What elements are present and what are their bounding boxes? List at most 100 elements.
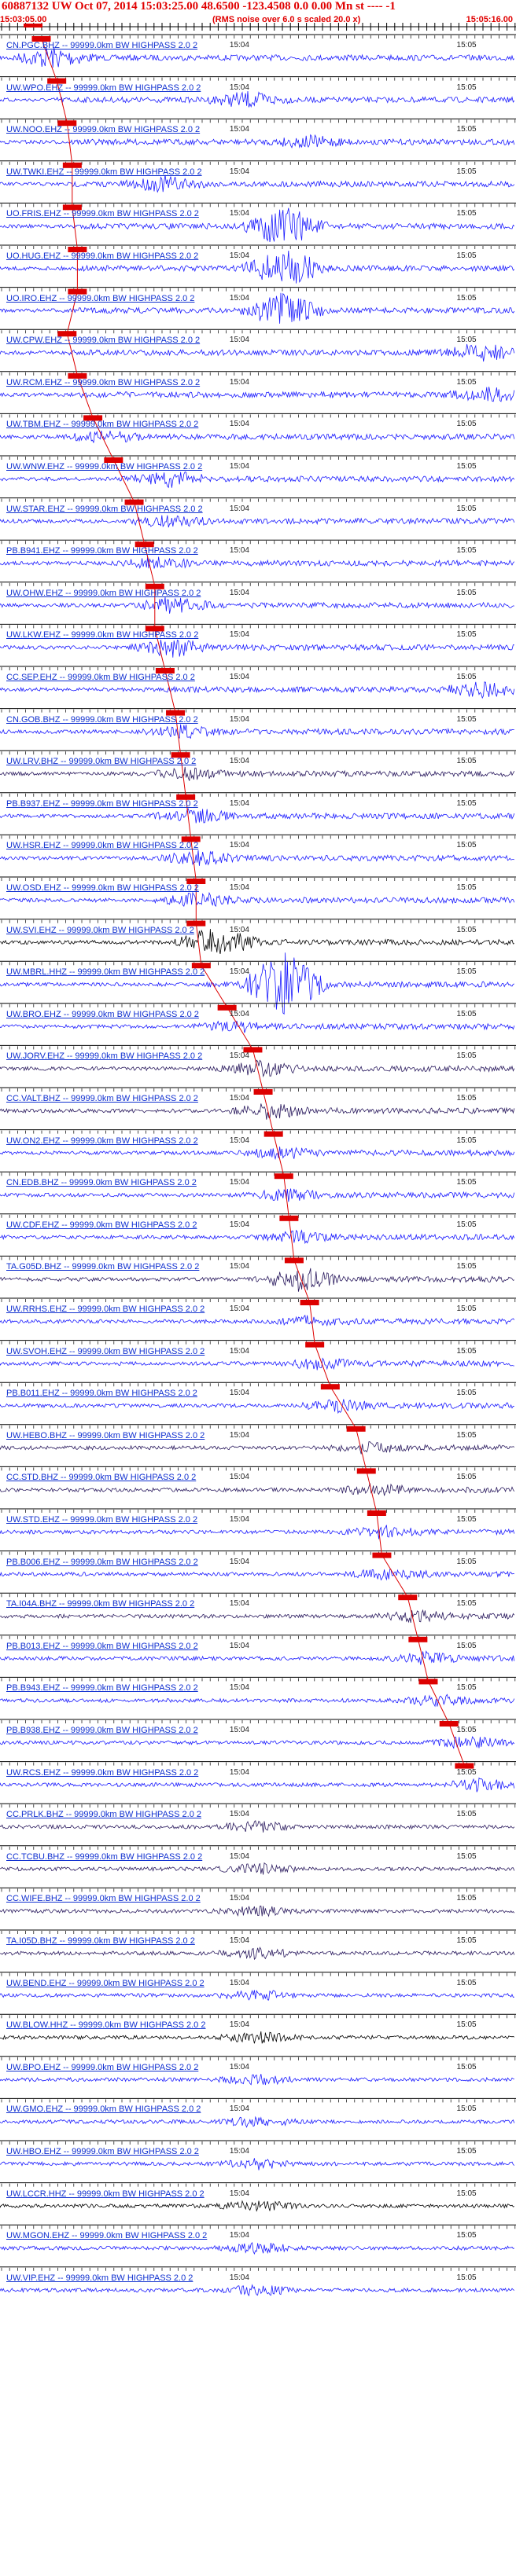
waveform-trace — [0, 1147, 515, 1161]
waveform-trace — [0, 472, 515, 489]
channel-row — [0, 919, 516, 954]
time-tick-label: 15:04 — [229, 1894, 249, 1903]
waveform-trace — [0, 952, 514, 1015]
channel-label: UW.LKW.EHZ -- 99999.0km BW HIGHPASS 2.0 … — [6, 630, 199, 640]
time-tick-label: 15:05 — [456, 83, 477, 92]
channel-row — [0, 1255, 516, 1292]
waveform-trace — [0, 1650, 515, 1665]
waveform-trace — [0, 724, 514, 739]
waveform-trace — [0, 596, 514, 614]
channel-label: CC.STD.BHZ -- 99999.0km BW HIGHPASS 2.0 … — [6, 1473, 197, 1483]
waveform-trace — [0, 515, 515, 528]
time-tick-label: 15:05 — [456, 2273, 477, 2282]
time-tick-label: 15:04 — [229, 1978, 249, 1987]
time-tick-label: 15:05 — [456, 2104, 477, 2114]
channel-label: UW.ON2.EHZ -- 99999.0km BW HIGHPASS 2.0 … — [6, 1136, 198, 1146]
time-tick-label: 15:05 — [456, 2020, 477, 2030]
channel-label: UW.SVOH.EHZ -- 99999.0km BW HIGHPASS 2.0… — [6, 1346, 205, 1356]
time-tick-label: 15:05 — [456, 125, 477, 134]
time-tick-label: 15:05 — [456, 2189, 477, 2198]
waveform-trace — [0, 1569, 514, 1581]
waveform-trace — [0, 1399, 514, 1415]
waveform-trace — [0, 808, 515, 824]
channel-label: UW.MGON.EHZ -- 99999.0km BW HIGHPASS 2.0… — [6, 2231, 208, 2241]
channel-label: UO.HUG.EHZ -- 99999.0km BW HIGHPASS 2.0 … — [6, 251, 199, 261]
waveform-trace — [0, 90, 515, 108]
time-tick-label: 15:05 — [456, 1767, 477, 1777]
time-tick-label: 15:04 — [229, 1094, 249, 1103]
time-tick-label: 15:05 — [456, 2062, 477, 2071]
time-tick-label: 15:04 — [229, 757, 249, 766]
time-tick-label: 15:05 — [456, 1051, 477, 1061]
time-tick-label: 15:05 — [456, 336, 477, 345]
channel-label: PB.B011.EHZ -- 99999.0km BW HIGHPASS 2.0… — [6, 1389, 197, 1399]
channel-label: CC.SEP.EHZ -- 99999.0km BW HIGHPASS 2.0 … — [6, 673, 195, 682]
channel-label: PB.B943.EHZ -- 99999.0km BW HIGHPASS 2.0… — [6, 1683, 198, 1693]
channel-label: UW.JORV.EHZ -- 99999.0km BW HIGHPASS 2.0… — [6, 1051, 203, 1062]
channel-label: CN.EDB.BHZ -- 99999.0km BW HIGHPASS 2.0 … — [6, 1178, 197, 1188]
time-tick-label: 15:04 — [229, 714, 249, 724]
time-tick-label: 15:04 — [229, 1430, 249, 1440]
waveform-trace — [0, 2115, 515, 2128]
channel-row — [0, 1087, 516, 1120]
time-tick-label: 15:04 — [229, 167, 249, 176]
time-tick-label: 15:05 — [456, 967, 477, 977]
time-tick-label: 15:04 — [229, 125, 249, 134]
time-tick-label: 15:04 — [229, 2147, 249, 2156]
waveform-trace — [0, 891, 515, 908]
waveform-trace — [0, 849, 514, 866]
channel-label: UW.RCS.EHZ -- 99999.0km BW HIGHPASS 2.0 … — [6, 1767, 199, 1778]
time-tick-label: 15:04 — [229, 1641, 249, 1650]
channel-label: CC.PRLK.BHZ -- 99999.0km BW HIGHPASS 2.0… — [6, 1810, 201, 1820]
channel-label: UW.GMO.EHZ -- 99999.0km BW HIGHPASS 2.0 … — [6, 2104, 201, 2115]
channel-label: UW.RRHS.EHZ -- 99999.0km BW HIGHPASS 2.0… — [6, 1305, 205, 1314]
time-tick-label: 15:05 — [456, 1978, 477, 1987]
channel-label: PB.B941.EHZ -- 99999.0km BW HIGHPASS 2.0… — [6, 546, 198, 556]
channel-label: UW.OSD.EHZ -- 99999.0km BW HIGHPASS 2.0 … — [6, 883, 199, 893]
time-tick-label: 15:05 — [456, 1810, 477, 1819]
waveform-trace — [0, 430, 515, 443]
time-tick-label: 15:04 — [229, 1051, 249, 1061]
time-tick-label: 15:04 — [229, 293, 249, 303]
time-tick-label: 15:04 — [229, 1936, 249, 1945]
waveform-trace — [0, 1990, 514, 2001]
time-tick-label: 15:05 — [456, 293, 477, 303]
time-tick-label: 15:04 — [229, 2273, 249, 2282]
channel-label: TA.I04A.BHZ -- 99999.0km BW HIGHPASS 2.0… — [6, 1599, 195, 1609]
channel-label: UW.TBM.EHZ -- 99999.0km BW HIGHPASS 2.0 … — [6, 420, 199, 430]
origin-marker — [24, 24, 42, 28]
waveform-trace — [0, 639, 514, 658]
time-ruler — [0, 23, 516, 31]
time-tick-label: 15:04 — [229, 925, 249, 934]
channel-label: UW.SVI.EHZ -- 99999.0km BW HIGHPASS 2.0 … — [6, 925, 194, 935]
waveform-trace — [0, 1188, 515, 1202]
time-tick-label: 15:05 — [456, 1851, 477, 1861]
time-tick-label: 15:04 — [229, 1009, 249, 1018]
channel-label: UW.OHW.EHZ -- 99999.0km BW HIGHPASS 2.0 … — [6, 588, 201, 598]
time-tick-label: 15:04 — [229, 1726, 249, 1734]
channel-label: UW.HSR.EHZ -- 99999.0km BW HIGHPASS 2.0 … — [6, 841, 199, 851]
time-tick-label: 15:04 — [229, 1557, 249, 1566]
channel-label: PB.B013.EHZ -- 99999.0km BW HIGHPASS 2.0… — [6, 1641, 198, 1651]
time-tick-label: 15:05 — [456, 167, 477, 176]
channel-row — [0, 623, 516, 658]
channel-row — [0, 328, 516, 362]
channel-label: CC.WIFE.BHZ -- 99999.0km BW HIGHPASS 2.0… — [6, 1894, 201, 1904]
channel-row — [0, 952, 516, 1015]
time-tick-label: 15:04 — [229, 798, 249, 808]
time-tick-label: 15:04 — [229, 462, 249, 471]
channel-label: CC.VALT.BHZ -- 99999.0km BW HIGHPASS 2.0… — [6, 1094, 198, 1103]
waveform-trace — [0, 1525, 515, 1539]
time-tick-label: 15:04 — [229, 2104, 249, 2114]
time-tick-label: 15:05 — [456, 1894, 477, 1903]
time-tick-label: 15:05 — [456, 1009, 477, 1018]
time-tick-label: 15:04 — [229, 841, 249, 850]
time-tick-label: 15:05 — [456, 1726, 477, 1734]
time-tick-label: 15:04 — [229, 336, 249, 345]
time-tick-label: 15:04 — [229, 377, 249, 387]
time-tick-label: 15:05 — [456, 925, 477, 934]
time-tick-label: 15:04 — [229, 1767, 249, 1777]
time-tick-label: 15:04 — [229, 1220, 249, 1229]
waveform-trace — [0, 1103, 515, 1120]
waveform-trace — [0, 1020, 515, 1033]
